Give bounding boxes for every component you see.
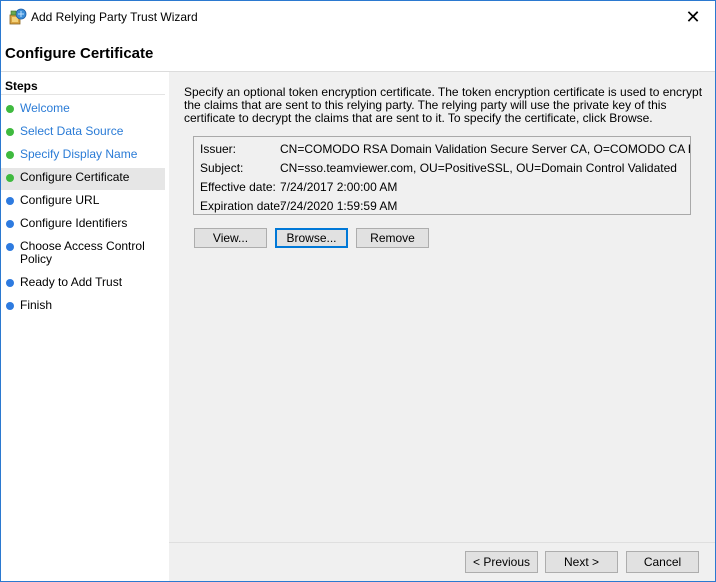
effective-date-label: Effective date: bbox=[200, 180, 276, 194]
subject-label: Subject: bbox=[200, 161, 244, 175]
view-button[interactable]: View... bbox=[194, 228, 267, 248]
adfs-app-icon bbox=[9, 8, 27, 26]
step-pending-icon bbox=[6, 197, 14, 205]
step-specify-display-name[interactable]: Specify Display Name bbox=[1, 148, 165, 168]
steps-divider bbox=[1, 94, 165, 95]
step-label: Finish bbox=[20, 298, 53, 312]
step-label: Specify Display Name bbox=[20, 147, 138, 161]
step-complete-icon bbox=[6, 151, 14, 159]
cancel-button[interactable]: Cancel bbox=[626, 551, 699, 573]
close-button[interactable]: ✕ bbox=[671, 1, 715, 33]
issuer-value: CN=COMODO RSA Domain Validation Secure S… bbox=[280, 142, 690, 156]
step-finish[interactable]: Finish bbox=[1, 299, 165, 319]
previous-button[interactable]: < Previous bbox=[465, 551, 538, 573]
content-panel: Specify an optional token encryption cer… bbox=[169, 72, 715, 581]
step-complete-icon bbox=[6, 105, 14, 113]
step-welcome[interactable]: Welcome bbox=[1, 102, 165, 122]
step-label: Select Data Source bbox=[20, 124, 124, 138]
steps-panel: Steps Welcome Select Data Source Specify… bbox=[1, 72, 165, 581]
step-pending-icon bbox=[6, 302, 14, 310]
close-icon: ✕ bbox=[685, 6, 701, 27]
step-complete-icon bbox=[6, 128, 14, 136]
step-configure-identifiers[interactable]: Configure Identifiers bbox=[1, 217, 165, 237]
instructions-text: Specify an optional token encryption cer… bbox=[184, 85, 703, 125]
step-pending-icon bbox=[6, 243, 14, 251]
issuer-label: Issuer: bbox=[200, 142, 237, 156]
step-label: Ready to Add Trust bbox=[20, 275, 123, 289]
step-ready-to-add-trust[interactable]: Ready to Add Trust bbox=[1, 276, 165, 296]
page-title: Configure Certificate bbox=[5, 45, 154, 62]
step-current-icon bbox=[6, 174, 14, 182]
step-pending-icon bbox=[6, 220, 14, 228]
subject-value: CN=sso.teamviewer.com, OU=PositiveSSL, O… bbox=[280, 161, 677, 175]
steps-header: Steps bbox=[5, 79, 38, 93]
step-configure-certificate[interactable]: Configure Certificate bbox=[1, 168, 165, 190]
footer-divider bbox=[169, 542, 715, 543]
browse-button[interactable]: Browse... bbox=[275, 228, 348, 248]
step-label: Configure Identifiers bbox=[20, 216, 128, 230]
step-label: Configure URL bbox=[20, 193, 100, 207]
expiration-date-label: Expiration date: bbox=[200, 199, 284, 213]
step-pending-icon bbox=[6, 279, 14, 287]
wizard-window: Add Relying Party Trust Wizard ✕ Configu… bbox=[0, 0, 716, 582]
remove-button[interactable]: Remove bbox=[356, 228, 429, 248]
step-select-data-source[interactable]: Select Data Source bbox=[1, 125, 165, 145]
step-choose-access-control-policy[interactable]: Choose Access Control Policy bbox=[1, 240, 151, 270]
certificate-details-box: Issuer: CN=COMODO RSA Domain Validation … bbox=[193, 136, 691, 215]
expiration-date-value: 7/24/2020 1:59:59 AM bbox=[280, 199, 398, 213]
step-label: Configure Certificate bbox=[20, 170, 130, 184]
step-label: Choose Access Control Policy bbox=[20, 239, 145, 266]
step-configure-url[interactable]: Configure URL bbox=[1, 194, 165, 214]
window-title: Add Relying Party Trust Wizard bbox=[31, 10, 198, 24]
step-label: Welcome bbox=[20, 101, 70, 115]
title-bar[interactable]: Add Relying Party Trust Wizard ✕ bbox=[1, 1, 715, 33]
effective-date-value: 7/24/2017 2:00:00 AM bbox=[280, 180, 398, 194]
next-button[interactable]: Next > bbox=[545, 551, 618, 573]
